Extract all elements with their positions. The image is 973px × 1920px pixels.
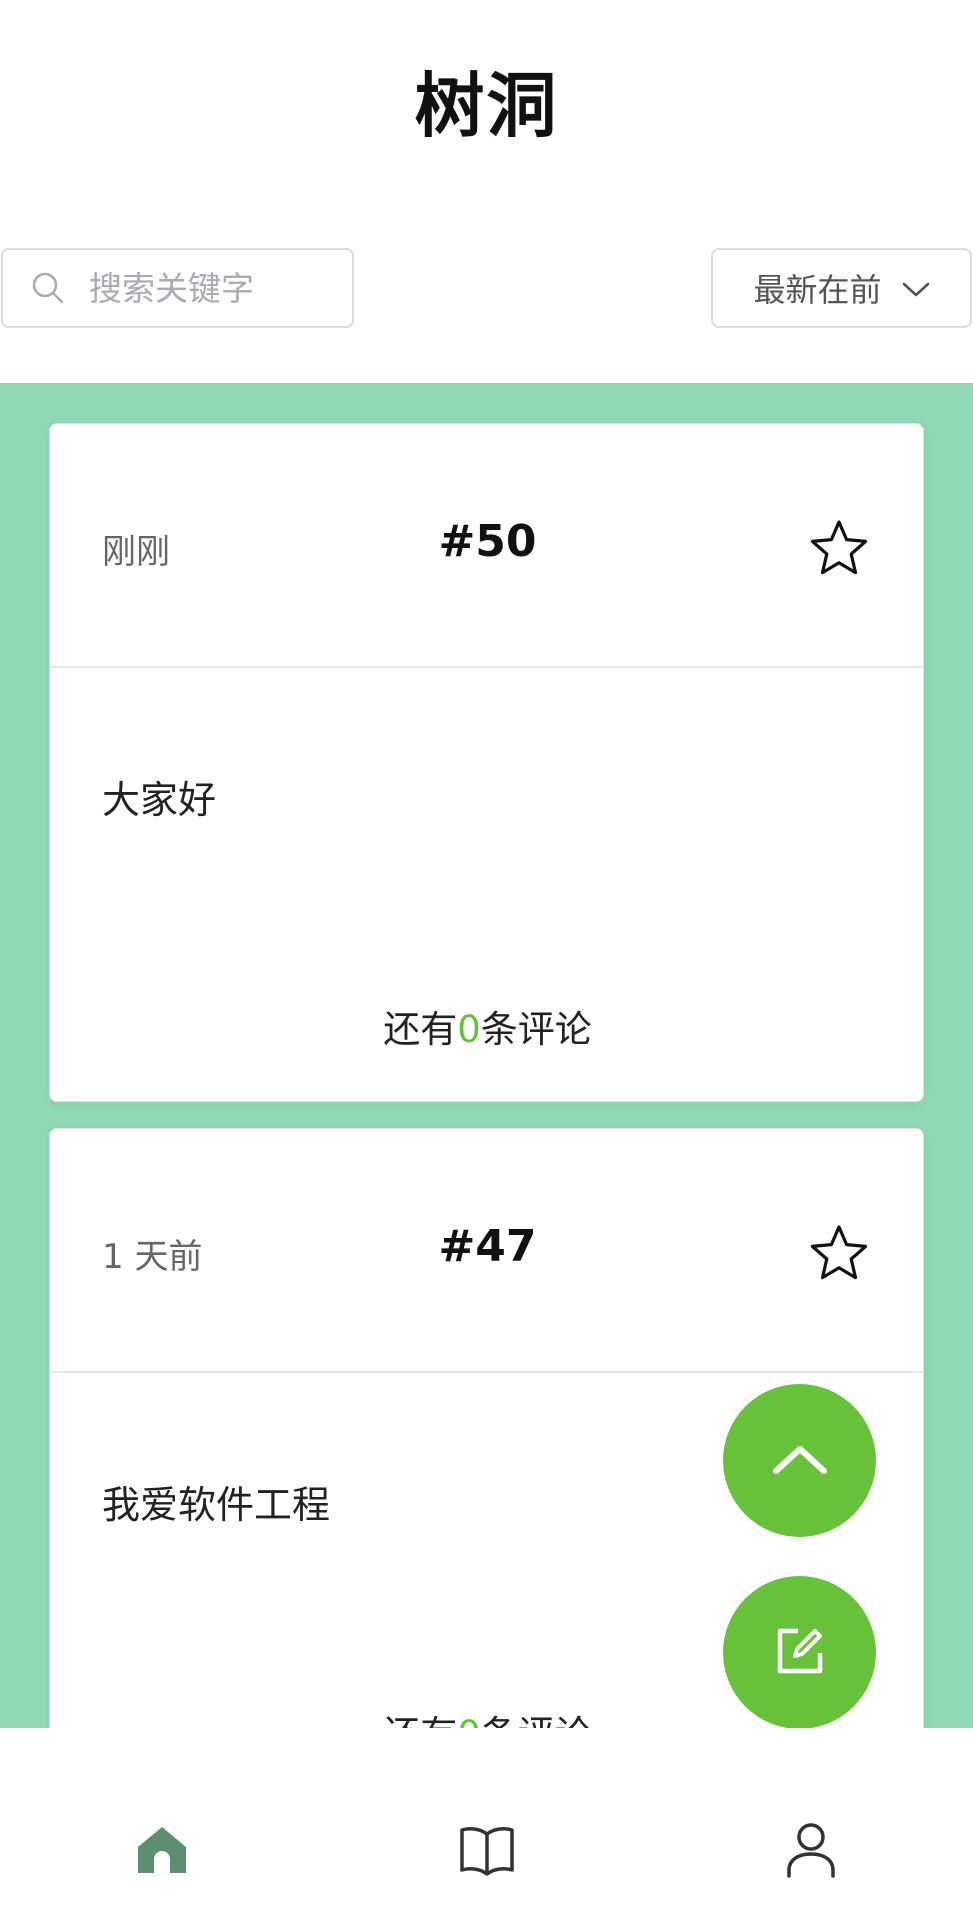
search-box[interactable] [1,248,354,328]
comment-count: 0 [457,1008,481,1051]
header: 树洞 [0,0,973,200]
bottom-tab-bar [0,1728,973,1920]
comments-prefix: 还有 [383,1008,458,1051]
scroll-to-top-button[interactable] [723,1384,876,1537]
tab-home[interactable] [0,1792,324,1912]
post-card[interactable]: 刚刚 #50 大家好 还有0条评论 [49,423,924,1102]
post-number: #47 [438,1221,537,1272]
post-card-header: 刚刚 #50 [50,424,923,668]
comments-suffix: 条评论 [480,1008,592,1051]
tab-book[interactable] [324,1792,649,1912]
screen: 树洞 最新在前 刚刚 #50 [0,0,973,1920]
comments-link[interactable]: 还有0条评论 [50,999,925,1053]
book-icon [459,1824,515,1880]
post-number: #50 [438,516,537,567]
tab-profile[interactable] [649,1792,973,1912]
star-icon[interactable] [809,518,869,578]
comments-suffix: 条评论 [481,1713,592,1728]
star-icon[interactable] [809,1223,869,1283]
chevron-down-icon [902,269,930,307]
post-content: 大家好 [102,778,217,822]
new-post-button[interactable] [723,1576,876,1729]
post-content: 我爱软件工程 [102,1483,331,1527]
sort-selected-label: 最新在前 [753,271,882,309]
comment-count: 0 [457,1713,481,1728]
user-icon [786,1822,836,1882]
chevron-up-icon [770,1441,830,1481]
comments-prefix: 还有 [383,1713,457,1728]
page-title: 树洞 [414,64,559,147]
search-input[interactable] [89,268,319,308]
sort-select[interactable]: 最新在前 [711,248,972,328]
edit-icon [774,1625,826,1681]
home-icon [136,1825,188,1879]
search-icon [31,270,67,306]
post-card-header: 1 天前 #47 [50,1129,923,1373]
